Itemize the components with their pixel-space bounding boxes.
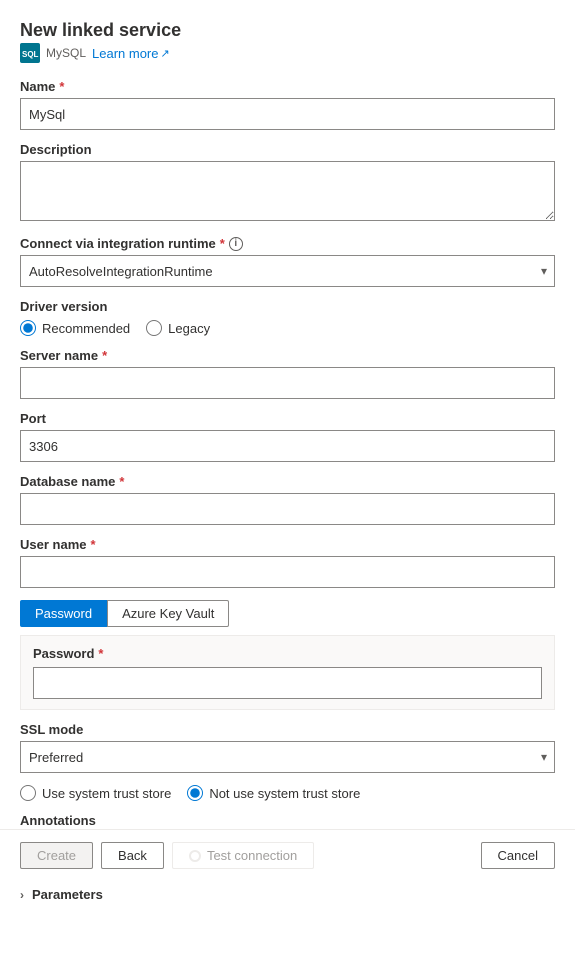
not-use-system-trust-label: Not use system trust store [209, 786, 360, 801]
tab-password[interactable]: Password [20, 600, 107, 627]
driver-version-radio-group: Recommended Legacy [20, 320, 555, 336]
database-name-input[interactable] [20, 493, 555, 525]
svg-text:SQL: SQL [22, 50, 39, 59]
driver-legacy-radio[interactable] [146, 320, 162, 336]
not-use-system-trust-radio[interactable] [187, 785, 203, 801]
port-input[interactable] [20, 430, 555, 462]
parameters-section[interactable]: › Parameters [20, 879, 555, 910]
runtime-label: Connect via integration runtime * i [20, 236, 555, 251]
cancel-button[interactable]: Cancel [481, 842, 555, 869]
learn-more-link[interactable]: Learn more ↗ [92, 46, 170, 61]
port-section: Port [20, 411, 555, 462]
runtime-section: Connect via integration runtime * i Auto… [20, 236, 555, 287]
user-name-required-star: * [90, 537, 95, 552]
name-label: Name * [20, 79, 555, 94]
name-required-star: * [59, 79, 64, 94]
user-name-input[interactable] [20, 556, 555, 588]
use-system-trust-radio[interactable] [20, 785, 36, 801]
annotations-label: Annotations [20, 813, 555, 828]
driver-version-section: Driver version Recommended Legacy [20, 299, 555, 336]
ssl-mode-select[interactable]: Preferred Required Disabled Verify CA Ve… [20, 741, 555, 773]
database-name-required-star: * [119, 474, 124, 489]
runtime-select[interactable]: AutoResolveIntegrationRuntime [20, 255, 555, 287]
parameters-chevron-icon: › [20, 888, 24, 902]
not-use-system-trust-option[interactable]: Not use system trust store [187, 785, 360, 801]
name-input[interactable] [20, 98, 555, 130]
credential-tab-group: Password Azure Key Vault [20, 600, 555, 627]
create-button[interactable]: Create [20, 842, 93, 869]
password-required-star: * [98, 646, 103, 661]
database-name-label: Database name * [20, 474, 555, 489]
port-label: Port [20, 411, 555, 426]
driver-legacy-label: Legacy [168, 321, 210, 336]
password-input[interactable] [33, 667, 542, 699]
trust-store-section: Use system trust store Not use system tr… [20, 785, 555, 801]
server-name-section: Server name * [20, 348, 555, 399]
runtime-info-icon[interactable]: i [229, 237, 243, 251]
description-label: Description [20, 142, 555, 157]
back-button[interactable]: Back [101, 842, 164, 869]
description-section: Description [20, 142, 555, 224]
server-name-label: Server name * [20, 348, 555, 363]
test-connection-button[interactable]: Test connection [172, 842, 314, 869]
mysql-icon: SQL [20, 43, 40, 63]
footer: Create Back Test connection Cancel [0, 829, 575, 881]
ssl-mode-select-wrapper: Preferred Required Disabled Verify CA Ve… [20, 741, 555, 773]
user-name-label: User name * [20, 537, 555, 552]
ssl-mode-label: SSL mode [20, 722, 555, 737]
runtime-required-star: * [220, 236, 225, 251]
description-input[interactable] [20, 161, 555, 221]
driver-recommended-radio[interactable] [20, 320, 36, 336]
use-system-trust-label: Use system trust store [42, 786, 171, 801]
user-name-section: User name * [20, 537, 555, 588]
driver-recommended-label: Recommended [42, 321, 130, 336]
external-link-icon: ↗ [161, 47, 170, 60]
runtime-select-wrapper: AutoResolveIntegrationRuntime ▾ [20, 255, 555, 287]
driver-legacy-option[interactable]: Legacy [146, 320, 210, 336]
name-section: Name * [20, 79, 555, 130]
test-connection-spinner-icon [189, 850, 201, 862]
password-label: Password * [33, 646, 542, 661]
server-name-required-star: * [102, 348, 107, 363]
tab-azure-key-vault[interactable]: Azure Key Vault [107, 600, 229, 627]
parameters-label: Parameters [32, 887, 103, 902]
server-name-input[interactable] [20, 367, 555, 399]
page-title: New linked service [20, 20, 555, 41]
use-system-trust-option[interactable]: Use system trust store [20, 785, 171, 801]
driver-recommended-option[interactable]: Recommended [20, 320, 130, 336]
password-section: Password * [20, 635, 555, 710]
database-name-section: Database name * [20, 474, 555, 525]
service-type-label: MySQL [46, 46, 86, 60]
ssl-mode-section: SSL mode Preferred Required Disabled Ver… [20, 722, 555, 773]
driver-version-label: Driver version [20, 299, 555, 314]
